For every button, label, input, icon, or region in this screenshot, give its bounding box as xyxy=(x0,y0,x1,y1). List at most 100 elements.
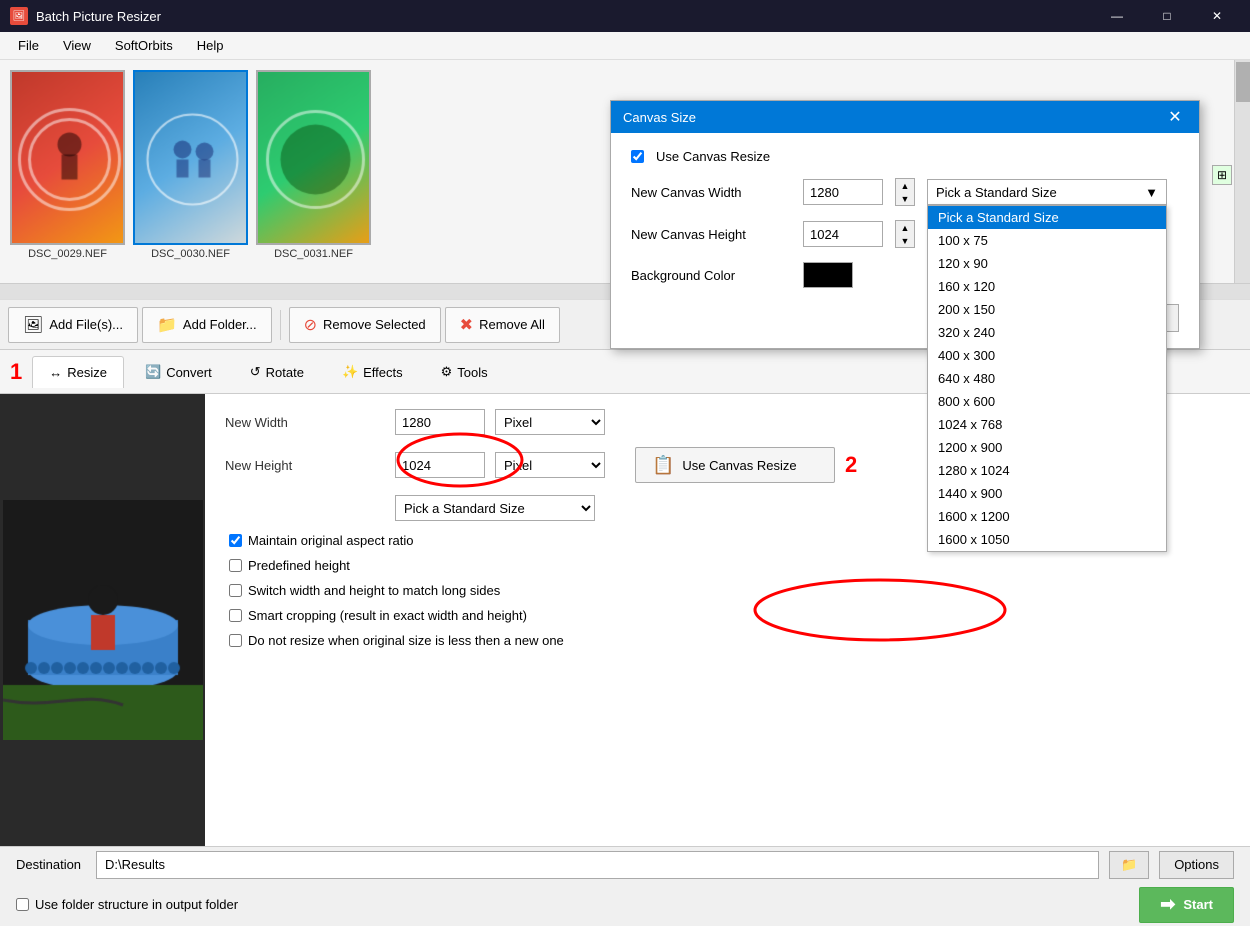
menu-file[interactable]: File xyxy=(8,34,49,57)
tab-tools[interactable]: ⚙ Tools xyxy=(424,355,505,388)
effects-icon: ✨ xyxy=(342,364,358,380)
width-down-btn[interactable]: ▼ xyxy=(896,192,914,205)
no-enlarge-checkbox[interactable] xyxy=(229,634,242,647)
width-up-btn[interactable]: ▲ xyxy=(896,179,914,192)
maintain-aspect-label: Maintain original aspect ratio xyxy=(248,533,413,548)
size-option-13[interactable]: 1600 x 1200 xyxy=(928,505,1166,528)
size-option-3[interactable]: 160 x 120 xyxy=(928,275,1166,298)
thumbnail-scrollbar[interactable] xyxy=(1234,60,1250,299)
dialog-use-canvas-row: Use Canvas Resize xyxy=(631,149,1179,164)
size-option-0[interactable]: Pick a Standard Size xyxy=(928,206,1166,229)
destination-row: Destination 📁 Options xyxy=(16,851,1234,879)
start-button[interactable]: ➡ Start xyxy=(1139,887,1234,923)
standard-size-select[interactable]: Pick a Standard Size 100 x 75 120 x 90 6… xyxy=(395,495,595,521)
browse-icon: 📁 xyxy=(1121,857,1137,873)
predefined-height-row: Predefined height xyxy=(225,558,1230,573)
size-option-7[interactable]: 640 x 480 xyxy=(928,367,1166,390)
dialog-width-row: New Canvas Width ▲ ▼ Pick a Standard Siz… xyxy=(631,178,1179,206)
start-icon: ➡ xyxy=(1160,894,1175,915)
titlebar: 🖼 Batch Picture Resizer — □ ✕ xyxy=(0,0,1250,32)
height-unit-select[interactable]: Pixel % cm inch xyxy=(495,452,605,478)
smart-crop-label: Smart cropping (result in exact width an… xyxy=(248,608,527,623)
size-option-14[interactable]: 1600 x 1050 xyxy=(928,528,1166,551)
tab-rotate[interactable]: ↺ Rotate xyxy=(233,355,321,388)
dialog-width-input[interactable] xyxy=(803,179,883,205)
menu-help[interactable]: Help xyxy=(187,34,234,57)
dialog-std-size-label: Pick a Standard Size xyxy=(936,185,1057,200)
new-width-input[interactable] xyxy=(395,409,485,435)
canvas-icon: 📋 xyxy=(652,455,674,476)
maintain-aspect-checkbox[interactable] xyxy=(229,534,242,547)
predefined-height-checkbox[interactable] xyxy=(229,559,242,572)
thumb-item-1[interactable]: DSC_0029.NEF xyxy=(10,70,125,260)
switch-wh-checkbox[interactable] xyxy=(229,584,242,597)
dest-label: Destination xyxy=(16,857,86,872)
size-option-1[interactable]: 100 x 75 xyxy=(928,229,1166,252)
remove-selected-icon: ⊘ xyxy=(304,315,317,335)
thumb-image-1 xyxy=(10,70,125,245)
dialog-height-input[interactable] xyxy=(803,221,883,247)
add-files-button[interactable]: 🖼 Add File(s)... xyxy=(8,307,138,343)
canvas-btn-wrapper: 📋 Use Canvas Resize 2 xyxy=(635,447,857,483)
thumb-item-3[interactable]: DSC_0031.NEF xyxy=(256,70,371,260)
size-option-2[interactable]: 120 x 90 xyxy=(928,252,1166,275)
new-height-input[interactable] xyxy=(395,452,485,478)
options-button[interactable]: Options xyxy=(1159,851,1234,879)
new-height-label: New Height xyxy=(225,458,385,473)
tab-convert[interactable]: 🔄 Convert xyxy=(128,355,229,388)
start-label: Start xyxy=(1183,897,1213,912)
size-option-12[interactable]: 1440 x 900 xyxy=(928,482,1166,505)
smart-crop-row: Smart cropping (result in exact width an… xyxy=(225,608,1230,623)
remove-all-button[interactable]: ✖ Remove All xyxy=(445,307,560,343)
dialog-use-canvas-label: Use Canvas Resize xyxy=(656,149,770,164)
size-option-10[interactable]: 1200 x 900 xyxy=(928,436,1166,459)
no-enlarge-label: Do not resize when original size is less… xyxy=(248,633,564,648)
smart-crop-checkbox[interactable] xyxy=(229,609,242,622)
minimize-button[interactable]: — xyxy=(1094,0,1140,32)
close-button[interactable]: ✕ xyxy=(1194,0,1240,32)
step-1-label: 1 xyxy=(10,359,22,385)
tab-effects[interactable]: ✨ Effects xyxy=(325,355,420,388)
menu-softorbits[interactable]: SoftOrbits xyxy=(105,34,183,57)
dialog-close-button[interactable]: ✕ xyxy=(1163,105,1187,129)
scrollbar-thumb[interactable] xyxy=(1236,62,1250,102)
menubar: File View SoftOrbits Help xyxy=(0,32,1250,60)
destination-browse-button[interactable]: 📁 xyxy=(1109,851,1149,879)
std-size-dropdown: Pick a Standard Size 100 x 75 120 x 90 1… xyxy=(927,205,1167,552)
size-option-5[interactable]: 320 x 240 xyxy=(928,321,1166,344)
height-up-btn[interactable]: ▲ xyxy=(896,221,914,234)
menu-view[interactable]: View xyxy=(53,34,101,57)
remove-all-icon: ✖ xyxy=(460,315,473,335)
dialog-title: Canvas Size xyxy=(623,110,696,125)
switch-wh-label: Switch width and height to match long si… xyxy=(248,583,500,598)
grid-view-icon[interactable]: ⊞ xyxy=(1212,165,1232,185)
new-width-label: New Width xyxy=(225,415,385,430)
height-down-btn[interactable]: ▼ xyxy=(896,234,914,247)
width-unit-select[interactable]: Pixel % cm inch xyxy=(495,409,605,435)
size-option-8[interactable]: 800 x 600 xyxy=(928,390,1166,413)
remove-selected-button[interactable]: ⊘ Remove Selected xyxy=(289,307,441,343)
app-icon: 🖼 xyxy=(10,7,28,25)
destination-input[interactable] xyxy=(96,851,1099,879)
step-2-label: 2 xyxy=(845,452,857,478)
dropdown-arrow-icon: ▼ xyxy=(1145,185,1158,200)
dialog-titlebar: Canvas Size ✕ xyxy=(611,101,1199,133)
title-left: 🖼 Batch Picture Resizer xyxy=(10,7,161,25)
add-folder-button[interactable]: 📁 Add Folder... xyxy=(142,307,272,343)
bgcolor-swatch[interactable] xyxy=(803,262,853,288)
thumb-label-3: DSC_0031.NEF xyxy=(274,248,353,260)
resize-tab-label: Resize xyxy=(67,365,107,380)
maximize-button[interactable]: □ xyxy=(1144,0,1190,32)
window-controls: — □ ✕ xyxy=(1094,0,1240,32)
tab-resize[interactable]: ↔ Resize xyxy=(32,356,124,388)
dialog-std-size-btn[interactable]: Pick a Standard Size ▼ xyxy=(927,179,1167,205)
folder-structure-checkbox[interactable] xyxy=(16,898,29,911)
size-option-9[interactable]: 1024 x 768 xyxy=(928,413,1166,436)
canvas-resize-button[interactable]: 📋 Use Canvas Resize xyxy=(635,447,835,483)
size-option-4[interactable]: 200 x 150 xyxy=(928,298,1166,321)
dialog-use-canvas-checkbox[interactable] xyxy=(631,150,644,163)
size-option-11[interactable]: 1280 x 1024 xyxy=(928,459,1166,482)
thumb-item-2[interactable]: DSC_0030.NEF xyxy=(133,70,248,260)
image-preview xyxy=(0,394,205,846)
size-option-6[interactable]: 400 x 300 xyxy=(928,344,1166,367)
